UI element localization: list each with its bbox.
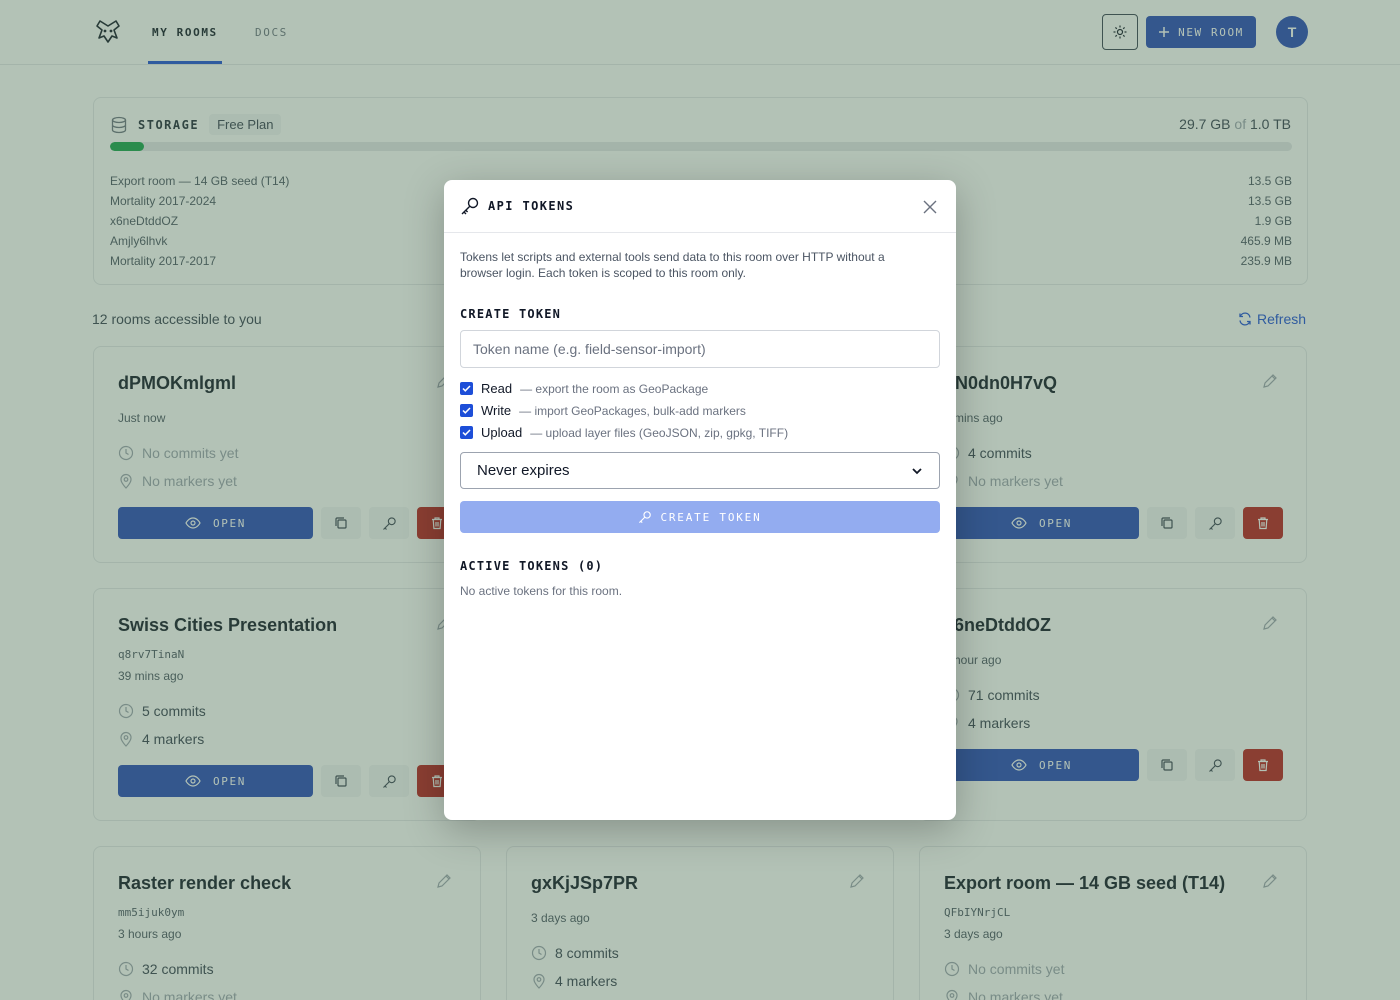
active-tokens-heading: ACTIVE TOKENS (0) (460, 559, 604, 573)
checkbox-checked-icon[interactable] (460, 382, 473, 395)
key-icon (461, 197, 479, 215)
permission-label: Write (481, 403, 512, 418)
modal-title: API TOKENS (488, 199, 575, 213)
permission-description: — upload layer files (GeoJSON, zip, gpkg… (530, 425, 789, 440)
close-icon[interactable] (921, 198, 939, 216)
permission-description: — import GeoPackages, bulk-add markers (519, 403, 746, 418)
checkbox-checked-icon[interactable] (460, 426, 473, 439)
modal-header: API TOKENS (444, 180, 956, 233)
token-name-input[interactable] (460, 330, 940, 368)
no-tokens-message: No active tokens for this room. (460, 584, 623, 598)
permission-label: Read (481, 381, 513, 396)
permission-read-checkbox[interactable]: Read — export the room as GeoPackage (460, 381, 708, 396)
permission-write-checkbox[interactable]: Write — import GeoPackages, bulk-add mar… (460, 403, 746, 418)
checkbox-checked-icon[interactable] (460, 404, 473, 417)
create-token-label: CREATE TOKEN (660, 510, 762, 524)
permission-label: Upload (481, 425, 523, 440)
permission-description: — export the room as GeoPackage (520, 381, 709, 396)
expiry-select[interactable]: Never expires (460, 452, 940, 489)
expiry-value: Never expires (477, 462, 570, 479)
modal-description: Tokens let scripts and external tools se… (460, 250, 885, 280)
chevron-down-icon (912, 467, 922, 474)
key-icon (639, 511, 652, 523)
api-tokens-modal: API TOKENS Tokens let scripts and extern… (444, 180, 956, 820)
permission-upload-checkbox[interactable]: Upload — upload layer files (GeoJSON, zi… (460, 425, 788, 440)
create-token-button[interactable]: CREATE TOKEN (460, 501, 940, 533)
create-token-heading: CREATE TOKEN (460, 307, 562, 321)
